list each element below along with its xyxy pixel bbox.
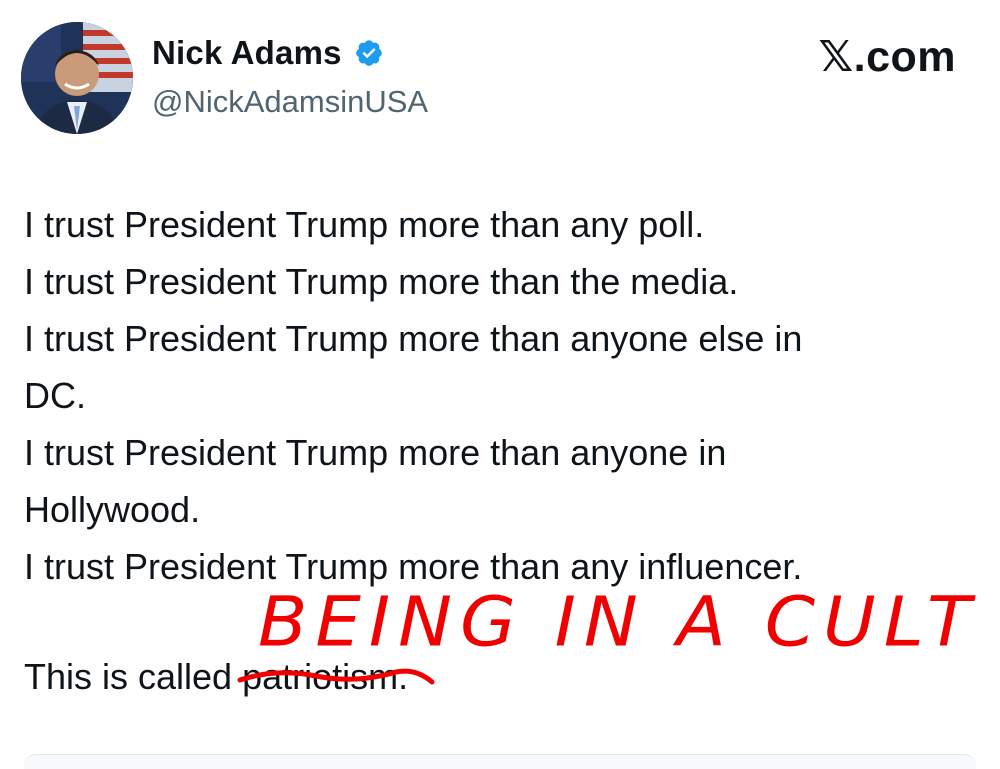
tweet-text: I trust President Trump more than any po… bbox=[24, 196, 964, 595]
tweet-line: I trust President Trump more than the me… bbox=[24, 261, 739, 302]
media-card-edge bbox=[24, 754, 976, 769]
closing-suffix: . bbox=[398, 656, 409, 697]
author-handle[interactable]: @NickAdamsinUSA bbox=[152, 84, 428, 120]
tweet-line: DC. bbox=[24, 375, 86, 416]
author-name-row: Nick Adams bbox=[152, 34, 384, 72]
tweet-line: Hollywood. bbox=[24, 489, 201, 530]
tweet-header: Nick Adams @NickAdamsinUSA 𝕏.com bbox=[0, 0, 1000, 150]
verified-badge-icon bbox=[354, 38, 384, 68]
tweet-line: I trust President Trump more than anyone… bbox=[24, 318, 803, 359]
tweet-closing-line: This is called patriotism. bbox=[24, 648, 435, 705]
struck-word-text: patriotism bbox=[242, 656, 399, 697]
tweet-line: I trust President Trump more than any po… bbox=[24, 204, 705, 245]
x-com-logo: 𝕏.com bbox=[818, 33, 956, 81]
closing-prefix: This is called bbox=[24, 656, 243, 697]
avatar-photo bbox=[21, 22, 133, 134]
tweet-line: I trust President Trump more than anyone… bbox=[24, 432, 727, 473]
struck-word: patriotism bbox=[237, 648, 435, 705]
author-display-name[interactable]: Nick Adams bbox=[152, 34, 342, 72]
avatar[interactable] bbox=[21, 22, 133, 134]
